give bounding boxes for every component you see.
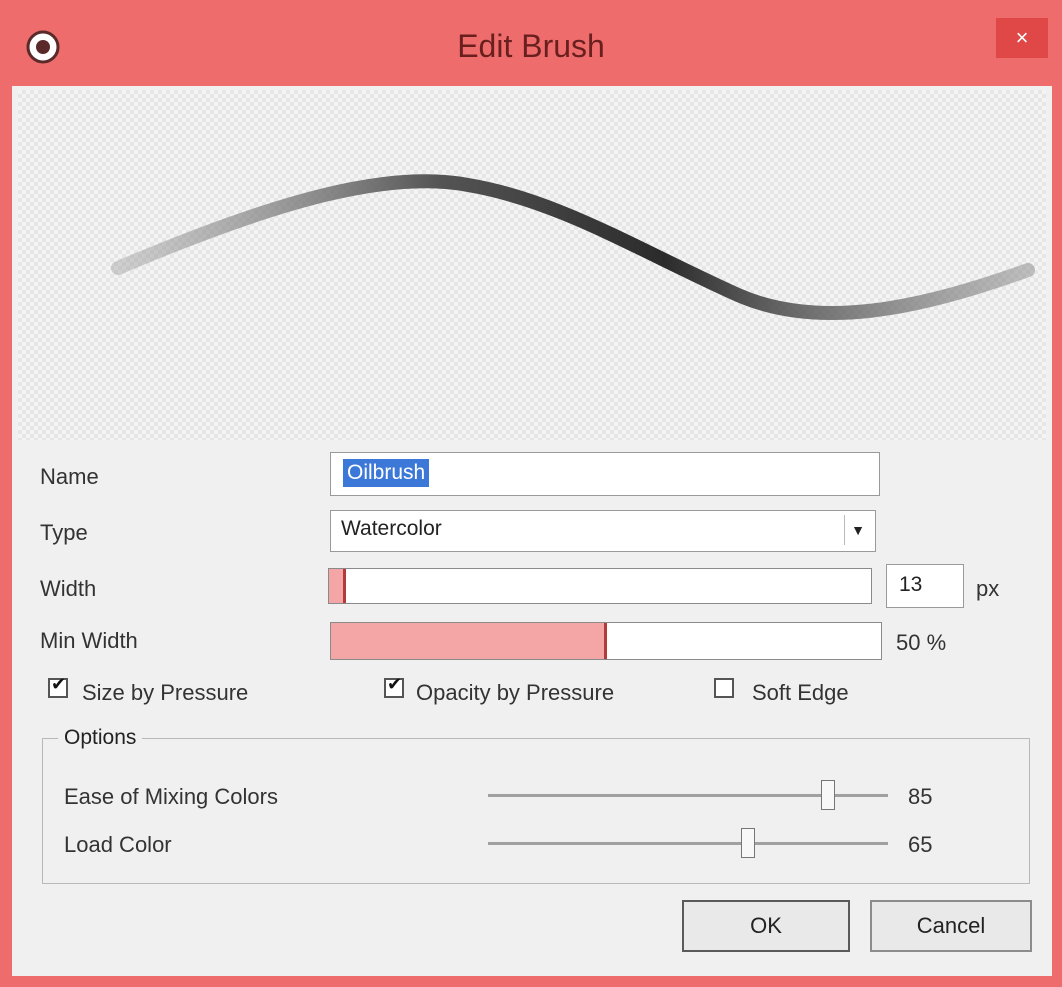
size-by-pressure-checkbox[interactable]: ✔ bbox=[48, 674, 68, 698]
width-unit: px bbox=[976, 576, 1000, 601]
type-dropdown[interactable]: Watercolor ▼ bbox=[330, 510, 876, 552]
type-label: Type bbox=[40, 520, 88, 545]
ease-of-mixing-label: Ease of Mixing Colors bbox=[64, 784, 278, 809]
width-slider-handle[interactable] bbox=[343, 569, 346, 603]
min-width-slider[interactable] bbox=[330, 622, 882, 660]
close-icon: × bbox=[1015, 25, 1029, 50]
min-width-value: 50 % bbox=[896, 630, 947, 655]
options-group-title: Options bbox=[58, 726, 143, 750]
name-label: Name bbox=[40, 464, 99, 489]
checkmark-icon: ✔ bbox=[387, 674, 403, 694]
brush-stroke-preview bbox=[111, 174, 1035, 320]
load-color-slider[interactable] bbox=[488, 842, 888, 845]
load-color-slider-thumb[interactable] bbox=[741, 828, 755, 858]
min-width-slider-fill bbox=[331, 623, 606, 659]
brush-preview bbox=[18, 90, 1046, 440]
cancel-button[interactable]: Cancel bbox=[870, 900, 1032, 952]
checkmark-icon: ✔ bbox=[51, 674, 67, 694]
load-color-label: Load Color bbox=[64, 832, 172, 857]
name-input[interactable]: Oilbrush bbox=[330, 452, 880, 496]
width-value-field[interactable]: 13 bbox=[886, 564, 964, 608]
size-by-pressure-label: Size by Pressure bbox=[82, 680, 249, 705]
width-label: Width bbox=[40, 576, 97, 601]
load-color-value: 65 bbox=[908, 832, 933, 857]
dialog-body: Name Oilbrush Type Watercolor ▼ Width 13… bbox=[12, 86, 1052, 976]
min-width-slider-handle[interactable] bbox=[604, 623, 607, 659]
chevron-down-icon[interactable]: ▼ bbox=[844, 515, 871, 545]
opacity-by-pressure-checkbox[interactable]: ✔ bbox=[384, 674, 404, 698]
options-group bbox=[42, 738, 1030, 884]
soft-edge-label: Soft Edge bbox=[752, 680, 849, 705]
name-input-value: Oilbrush bbox=[343, 459, 430, 487]
width-slider[interactable] bbox=[328, 568, 872, 604]
min-width-label: Min Width bbox=[40, 628, 138, 653]
ease-of-mixing-value: 85 bbox=[908, 784, 933, 809]
close-button[interactable]: × bbox=[996, 18, 1048, 58]
ease-of-mixing-slider-thumb[interactable] bbox=[821, 780, 835, 810]
ok-button[interactable]: OK bbox=[682, 900, 850, 952]
window-title: Edit Brush bbox=[457, 28, 605, 64]
width-value: 13 bbox=[899, 573, 923, 596]
title-bar: Edit Brush × bbox=[0, 0, 1062, 88]
opacity-by-pressure-label: Opacity by Pressure bbox=[416, 680, 615, 705]
soft-edge-checkbox[interactable]: ✔ bbox=[714, 678, 734, 698]
type-dropdown-value: Watercolor bbox=[341, 517, 442, 540]
edit-brush-dialog: Edit Brush × Name Oilbrush Type Watercol… bbox=[0, 0, 1062, 987]
